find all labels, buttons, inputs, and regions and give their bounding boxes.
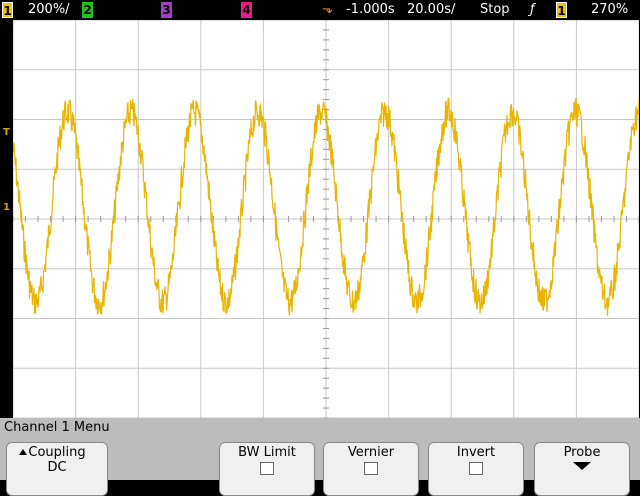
coupling-value: DC <box>47 460 67 475</box>
probe-softkey[interactable]: Probe <box>534 442 630 496</box>
invert-label: Invert <box>456 445 496 460</box>
up-arrow-icon <box>19 449 27 455</box>
bw-limit-checkbox[interactable] <box>260 462 274 475</box>
ch3-badge[interactable]: 3 <box>161 2 172 18</box>
probe-label: Probe <box>563 445 601 460</box>
invert-checkbox[interactable] <box>469 462 483 475</box>
trigger-level-marker: T <box>3 127 10 138</box>
delay-marker-icon: ⬎ <box>322 2 333 17</box>
down-arrow-icon <box>573 462 591 470</box>
bw-limit-label: BW Limit <box>238 445 296 460</box>
vernier-softkey[interactable]: Vernier <box>323 442 419 496</box>
ch1-ground-marker: 1 <box>3 202 10 213</box>
trigger-level: 270% <box>591 2 629 17</box>
ch2-badge[interactable]: 2 <box>82 2 93 18</box>
ch4-badge[interactable]: 4 <box>241 2 252 18</box>
invert-softkey[interactable]: Invert <box>428 442 524 496</box>
ch1-badge[interactable]: 1 <box>2 2 13 18</box>
status-bar: 1 200%/ 2 3 4 ⬎ -1.000s 20.00s/ Stop ƒ 1… <box>0 0 640 20</box>
delay-value: -1.000s <box>346 2 395 17</box>
softkey-menu: Channel 1 Menu Coupling DC BW Limit Vern… <box>0 418 640 496</box>
bw-limit-softkey[interactable]: BW Limit <box>219 442 315 496</box>
vernier-label: Vernier <box>347 445 395 460</box>
ch1-scale: 200%/ <box>28 2 70 17</box>
menu-title: Channel 1 Menu <box>4 420 110 435</box>
timebase-value: 20.00s/ <box>407 2 456 17</box>
waveform-display[interactable] <box>13 20 639 418</box>
coupling-softkey[interactable]: Coupling DC <box>6 442 108 496</box>
run-state: Stop <box>480 2 510 17</box>
vernier-checkbox[interactable] <box>364 462 378 475</box>
trigger-source-badge: 1 <box>556 2 567 18</box>
waveform-svg <box>13 20 639 418</box>
rising-edge-icon: ƒ <box>530 2 535 17</box>
